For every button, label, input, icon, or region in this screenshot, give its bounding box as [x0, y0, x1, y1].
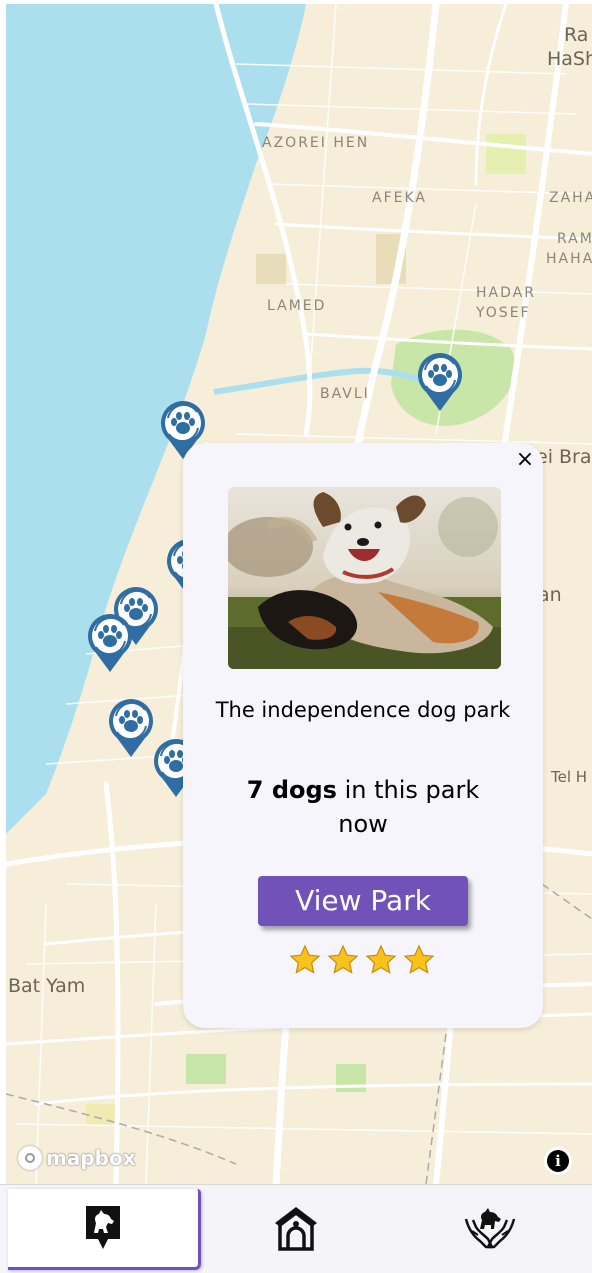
- park-photo: [228, 487, 501, 669]
- dog-park-marker[interactable]: [84, 609, 136, 675]
- district-label: YOSEF: [476, 305, 531, 321]
- hands-holding-dog-icon: [464, 1208, 516, 1249]
- bottom-tab-bar: [0, 1184, 592, 1273]
- info-icon: i: [547, 1150, 569, 1172]
- tab-dog-house[interactable]: [258, 1189, 334, 1267]
- district-label: AFEKA: [372, 190, 427, 206]
- park-popup: × The independence dog park 7 dogs in th…: [183, 443, 543, 1028]
- star-icon: [365, 944, 397, 974]
- dog-location-pin-icon: [86, 1206, 120, 1249]
- dogs-count-suffix: in this park now: [336, 776, 480, 838]
- district-label: BAVLI: [320, 386, 370, 402]
- district-label: AZOREI HEN: [262, 135, 370, 151]
- district-label: ZAHA: [549, 190, 592, 206]
- mapbox-logo[interactable]: mapbox: [18, 1146, 136, 1170]
- dog-park-marker[interactable]: [414, 348, 466, 414]
- park-rating: [289, 944, 435, 976]
- park-name: The independence dog park: [215, 698, 511, 722]
- city-label: ei Bra: [536, 446, 592, 468]
- city-label: Bat Yam: [8, 975, 86, 997]
- dog-count: 7 dogs: [246, 776, 337, 804]
- paw-pin-icon: [414, 348, 466, 414]
- district-label: HAHA: [546, 251, 592, 267]
- star-icon: [289, 944, 321, 974]
- star-icon: [327, 944, 359, 974]
- mapbox-logo-text: mapbox: [46, 1146, 136, 1170]
- district-label: RAM: [557, 231, 592, 247]
- city-label: Tel H: [551, 768, 588, 786]
- star-icon: [403, 944, 435, 974]
- city-label: HaSh: [547, 48, 592, 70]
- tab-dog-care[interactable]: [460, 1189, 520, 1267]
- mapbox-logo-icon: [18, 1146, 42, 1170]
- district-label: LAMED: [267, 298, 327, 314]
- paw-pin-icon: [84, 609, 136, 675]
- close-popup-button[interactable]: ×: [513, 448, 537, 472]
- dogs-playing-image: [228, 487, 501, 669]
- district-label: HADAR: [476, 285, 536, 301]
- dogs-count-text: 7 dogs in this park now: [223, 773, 503, 841]
- dog-house-icon: [275, 1207, 317, 1251]
- city-label: Ra: [564, 24, 589, 46]
- view-park-button[interactable]: View Park: [258, 876, 468, 926]
- tab-map[interactable]: [8, 1189, 201, 1270]
- attribution-info-button[interactable]: i: [544, 1147, 572, 1175]
